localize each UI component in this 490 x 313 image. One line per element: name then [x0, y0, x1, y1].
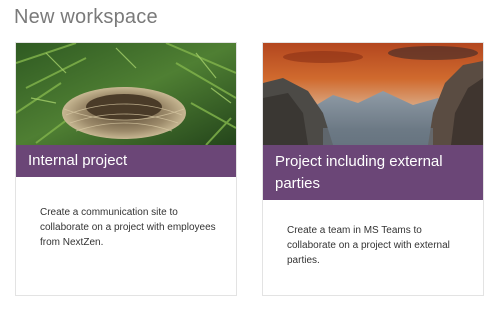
- workspace-card-external-project[interactable]: Project including external parties Creat…: [262, 42, 484, 296]
- canyon-mountains-photo: [263, 43, 483, 145]
- card-description: Create a team in MS Teams to collaborate…: [287, 225, 450, 266]
- page-title: New workspace: [14, 6, 158, 28]
- workspace-card-internal-project[interactable]: Internal project Create a communication …: [15, 42, 237, 296]
- card-description: Create a communication site to collabora…: [40, 207, 216, 248]
- card-title-banner: Internal project: [16, 145, 236, 177]
- card-title: Project including external parties: [275, 152, 443, 192]
- card-title-banner: Project including external parties: [263, 145, 483, 200]
- card-title: Internal project: [28, 152, 128, 169]
- bird-nest-photo: [16, 43, 236, 145]
